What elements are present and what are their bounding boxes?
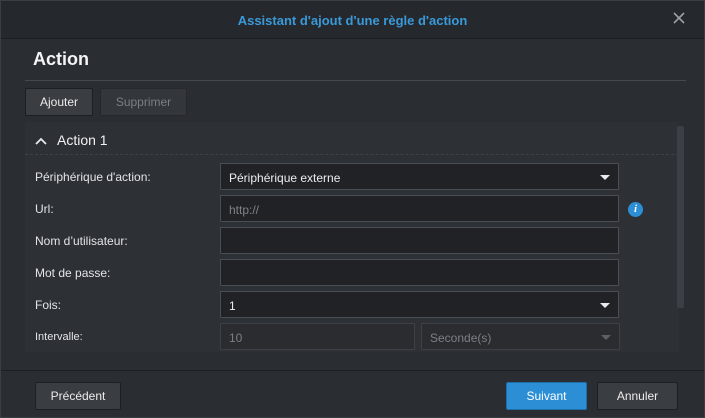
password-label: Mot de passe: [35,266,111,280]
url-placeholder: http:// [229,203,260,217]
chevron-down-icon [601,335,611,340]
action-rule-wizard-dialog: Assistant d'ajout d'une règle d'action A… [0,0,705,418]
times-select-value: 1 [229,299,236,313]
action-panel-title: Action 1 [57,132,108,148]
times-select[interactable]: 1 [220,291,619,318]
chevron-down-icon [600,175,610,180]
username-input[interactable] [220,227,619,254]
chevron-down-icon [600,303,610,308]
panel-scrollbar[interactable] [677,126,684,308]
device-label: Périphérique d'action: [35,170,151,184]
previous-button[interactable]: Précédent [35,382,121,410]
action-panel: Action 1 Périphérique d'action: Périphér… [25,122,679,352]
password-input[interactable] [220,259,619,286]
url-label: Url: [35,202,54,216]
interval-value: 10 [229,331,243,345]
info-icon[interactable]: i [628,202,643,217]
interval-unit-value: Seconde(s) [430,331,492,345]
delete-button[interactable]: Supprimer [100,88,187,116]
chevron-up-icon[interactable] [35,134,47,145]
interval-input[interactable]: 10 [220,323,415,350]
action-panel-header[interactable]: Action 1 [25,122,679,155]
close-icon[interactable] [670,9,688,27]
dialog-title: Assistant d'ajout d'une règle d'action [237,13,468,28]
device-select-value: Périphérique externe [229,171,341,185]
url-input[interactable]: http:// [220,195,619,222]
interval-label: Intervalle: [35,331,83,343]
dialog-titlebar: Assistant d'ajout d'une règle d'action [1,1,704,39]
section-divider [25,80,686,81]
footer-divider [1,370,704,371]
interval-unit-select[interactable]: Seconde(s) [421,323,620,350]
username-label: Nom d’utilisateur: [35,234,128,248]
cancel-button[interactable]: Annuler [597,382,678,410]
times-label: Fois: [35,298,62,312]
add-button[interactable]: Ajouter [25,88,93,116]
device-select[interactable]: Périphérique externe [220,163,619,190]
next-button[interactable]: Suivant [506,382,587,410]
section-title: Action [33,49,89,69]
